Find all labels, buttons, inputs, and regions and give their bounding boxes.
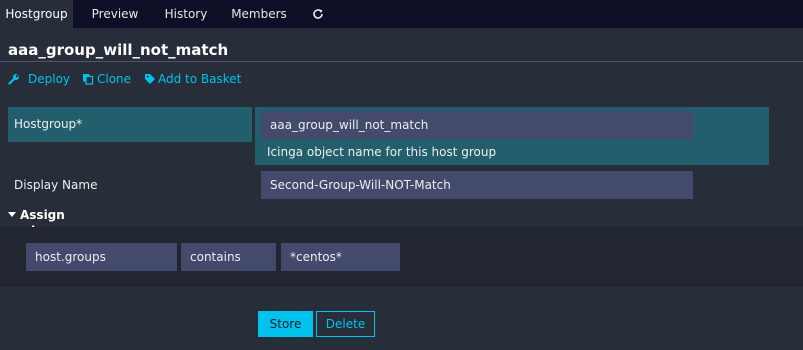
refresh-icon — [313, 9, 323, 19]
tab-history[interactable]: History — [156, 0, 216, 28]
assign-column-select[interactable]: host.groups — [26, 243, 177, 271]
display-name-input[interactable]: Second-Group-Will-NOT-Match — [261, 171, 693, 199]
assign-value-input[interactable]: *centos* — [281, 243, 400, 271]
deploy-link[interactable]: Deploy — [8, 71, 71, 87]
store-button[interactable]: Store — [258, 311, 313, 337]
tab-preview[interactable]: Preview — [81, 0, 149, 28]
title-divider — [0, 61, 803, 62]
display-name-label: Display Name — [14, 178, 98, 192]
page-title: aaa_group_will_not_match — [8, 41, 229, 59]
refresh-button[interactable] — [306, 0, 332, 28]
add-to-basket-link[interactable]: Add to Basket — [144, 71, 241, 87]
assign-where-toggle[interactable]: Assign where — [8, 207, 108, 238]
clone-label: Clone — [97, 72, 132, 86]
hostgroup-hint: Icinga object name for this host group — [267, 145, 497, 159]
add-to-basket-label: Add to Basket — [158, 72, 242, 86]
tag-icon — [145, 74, 155, 84]
tab-hostgroup[interactable]: Hostgroup — [0, 0, 73, 28]
deploy-label: Deploy — [28, 72, 71, 86]
hostgroup-label: Hostgroup* — [14, 117, 83, 131]
hostgroup-input[interactable]: aaa_group_will_not_match — [261, 111, 693, 139]
tab-members[interactable]: Members — [223, 0, 295, 28]
copy-icon — [83, 74, 94, 85]
tab-bar: Hostgroup Preview History Members — [0, 0, 803, 28]
clone-link[interactable]: Clone — [82, 71, 132, 87]
assign-operator-select[interactable]: contains — [181, 243, 276, 271]
wrench-icon — [8, 74, 19, 85]
delete-button[interactable]: Delete — [316, 311, 375, 337]
caret-down-icon — [8, 212, 16, 217]
